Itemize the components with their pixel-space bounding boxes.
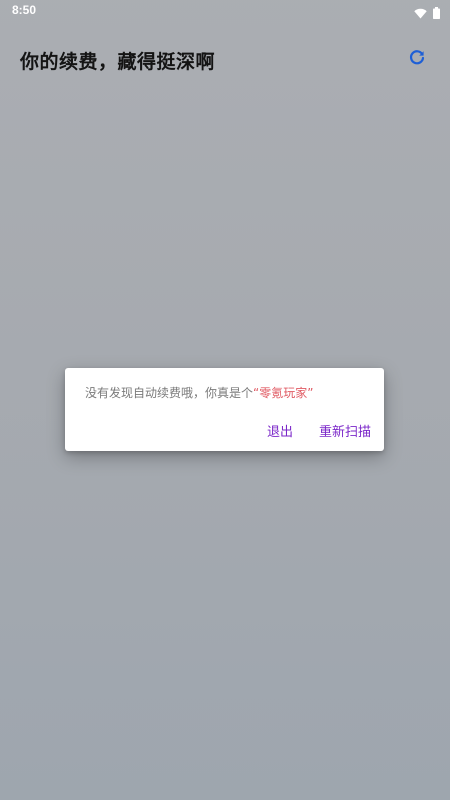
page-title: 你的续费，藏得挺深啊 [20, 51, 216, 73]
status-icons [414, 4, 440, 23]
dialog-message: 没有发现自动续费哦，你真是个“零氪玩家” [85, 384, 313, 401]
app-bar: 你的续费，藏得挺深啊 [0, 36, 450, 84]
refresh-button[interactable] [406, 49, 428, 71]
result-dialog: 没有发现自动续费哦，你真是个“零氪玩家” 退出 重新扫描 [65, 368, 384, 451]
app-screen: 8:50 你的续费，藏得挺深啊 没有发现自动续费哦，你真是个“零氪玩家” 退出 … [0, 0, 450, 800]
dialog-message-highlight: “零氪玩家” [253, 386, 314, 400]
status-bar: 8:50 [0, 0, 450, 22]
refresh-icon [408, 49, 426, 71]
wifi-icon [414, 4, 427, 23]
rescan-button[interactable]: 重新扫描 [319, 421, 371, 440]
status-time: 8:50 [12, 3, 37, 17]
dialog-message-text: 没有发现自动续费哦，你真是个 [85, 386, 254, 400]
dialog-actions: 退出 重新扫描 [267, 421, 371, 440]
battery-icon [433, 4, 440, 23]
exit-button[interactable]: 退出 [267, 421, 293, 440]
